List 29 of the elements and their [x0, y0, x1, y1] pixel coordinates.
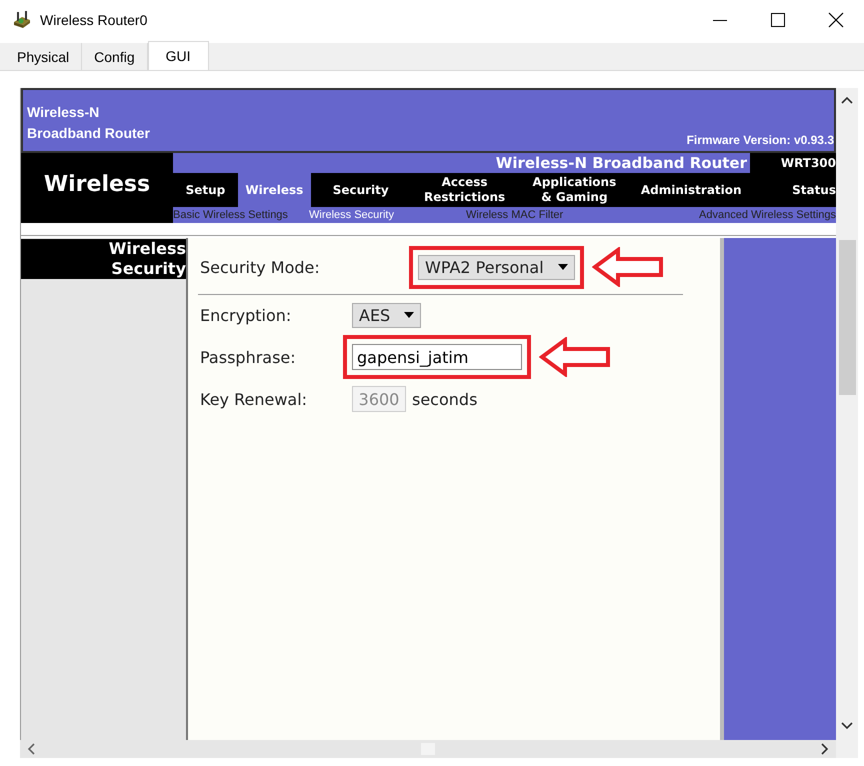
- model-name: WRT300: [780, 155, 836, 172]
- firmware-version: Firmware Version: v0.93.3: [686, 133, 834, 147]
- scrollbar-corner: [836, 740, 858, 758]
- select-field[interactable]: WPA2 Personal: [418, 254, 575, 280]
- nav-tab[interactable]: Wireless: [238, 173, 311, 207]
- unit-label: seconds: [412, 390, 478, 408]
- caret-icon: [558, 264, 568, 270]
- arrow-icon: [592, 247, 664, 287]
- page-label: Wireless Security: [21, 239, 186, 279]
- field-label: Passphrase:: [200, 348, 297, 366]
- router-icon: [12, 10, 32, 30]
- select-field[interactable]: AES: [352, 302, 422, 328]
- text-field[interactable]: gapensi_jatim: [352, 344, 522, 370]
- field-label: Security Mode:: [200, 258, 321, 276]
- close-icon[interactable]: [828, 12, 844, 28]
- product-name: Wireless-N Broadband Router: [173, 153, 750, 173]
- field-label: Encryption:: [200, 306, 292, 324]
- subnav-link[interactable]: Wireless Security: [309, 209, 394, 221]
- scroll-thumb[interactable]: [838, 240, 856, 395]
- horizontal-scrollbar[interactable]: [20, 740, 836, 758]
- caret-icon: [404, 312, 414, 318]
- section-title: Wireless: [42, 170, 152, 198]
- maximize-icon[interactable]: [770, 12, 786, 28]
- brand-title: Wireless-N Broadband Router: [27, 103, 150, 143]
- field-label: Key Renewal:: [200, 390, 308, 408]
- tab[interactable]: GUI: [148, 41, 208, 70]
- arrow-icon: [539, 337, 611, 377]
- vertical-scrollbar[interactable]: [836, 88, 858, 740]
- window-title: Wireless Router0: [40, 12, 148, 28]
